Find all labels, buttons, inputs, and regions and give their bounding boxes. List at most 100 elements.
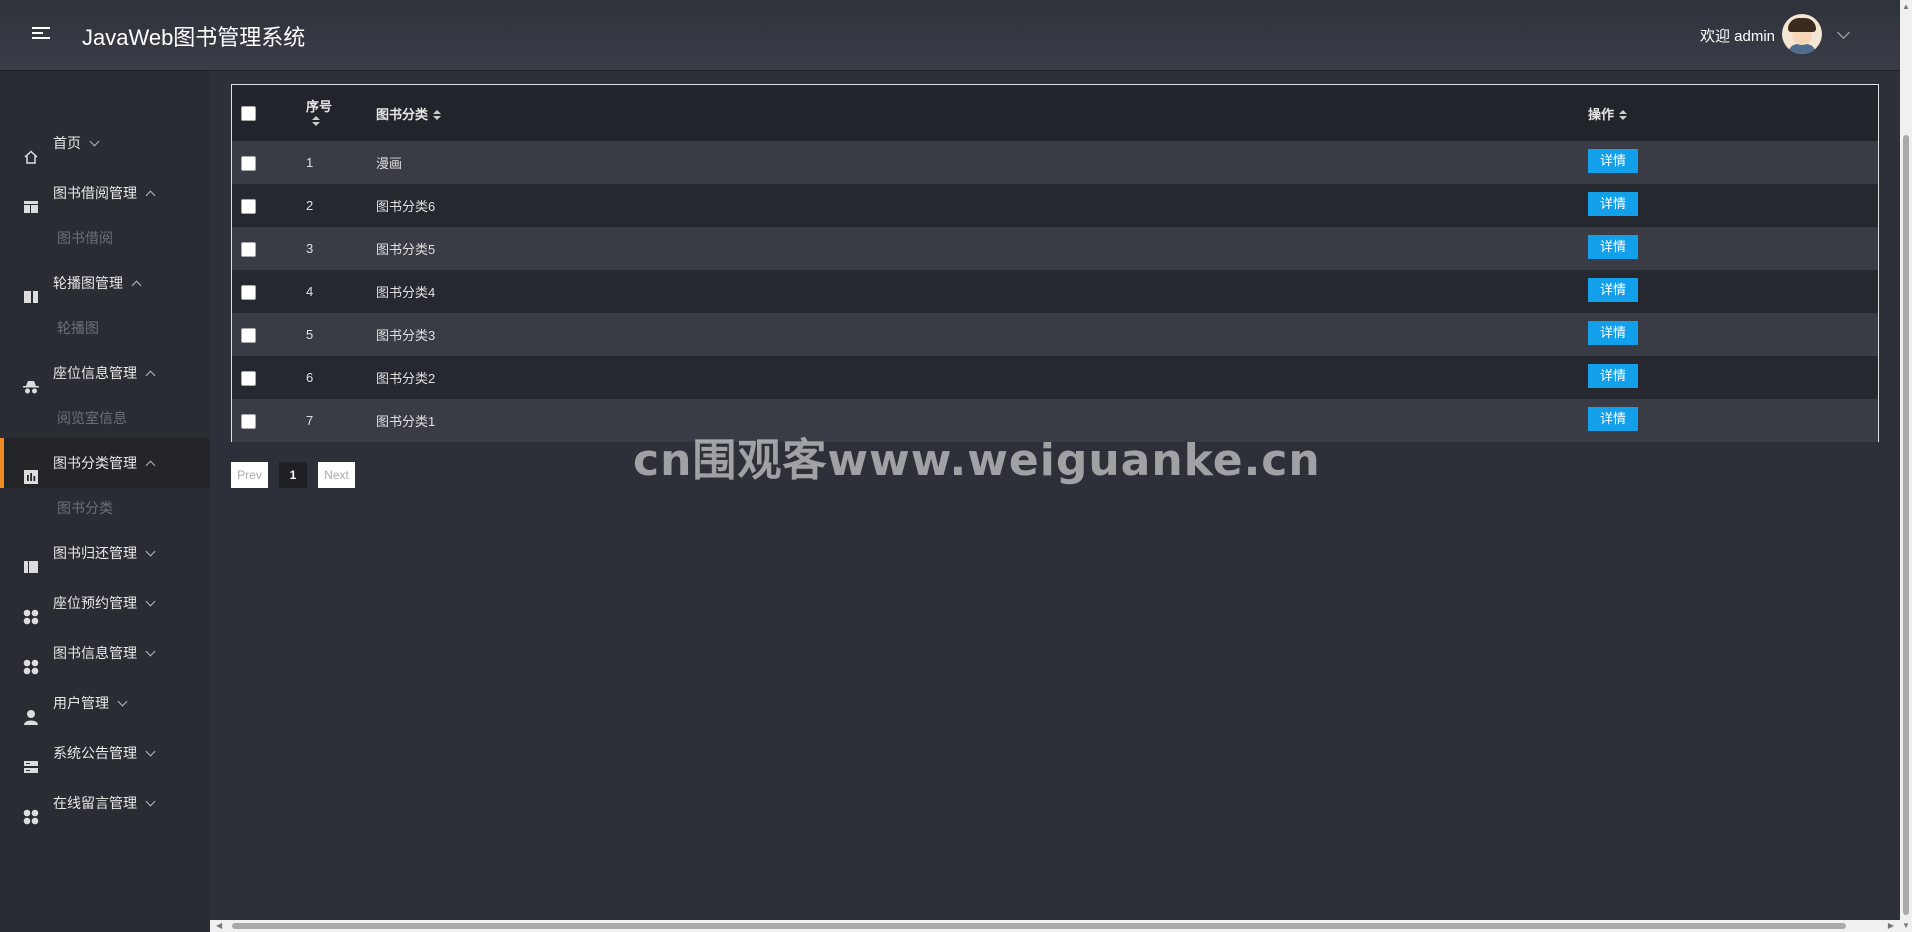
scroll-left-icon[interactable]: ◀ bbox=[216, 921, 222, 930]
sidebar-item-messages[interactable]: 在线留言管理 bbox=[0, 778, 210, 828]
table-row: 5 图书分类3 详情 bbox=[232, 313, 1878, 356]
grid-icon bbox=[23, 645, 39, 675]
detail-button[interactable]: 详情 bbox=[1588, 277, 1638, 302]
chevron-up-icon bbox=[145, 370, 156, 381]
welcome-text[interactable]: 欢迎 admin bbox=[1700, 25, 1775, 46]
column-header-category[interactable]: 图书分类 bbox=[376, 107, 428, 122]
sidebar-item-notice[interactable]: 系统公告管理 bbox=[0, 728, 210, 778]
sidebar-item-home[interactable]: 首页 bbox=[0, 118, 210, 168]
row-no: 2 bbox=[306, 198, 314, 213]
row-checkbox[interactable] bbox=[241, 413, 256, 429]
table-icon bbox=[23, 185, 39, 213]
sidebar-item-carousel[interactable]: 轮播图管理 bbox=[0, 258, 210, 308]
next-page-button[interactable]: Next bbox=[318, 462, 355, 488]
chart-icon bbox=[23, 455, 39, 484]
page-number-button[interactable]: 1 bbox=[279, 462, 307, 488]
scrollbar-thumb[interactable] bbox=[232, 923, 1846, 929]
sidebar-item-label: 在线留言管理 bbox=[53, 795, 137, 811]
column-header-action[interactable]: 操作 bbox=[1588, 107, 1614, 122]
chevron-down-icon bbox=[117, 696, 128, 707]
watermark: cn围观客www.weiguanke.cn bbox=[633, 435, 1321, 486]
row-no: 7 bbox=[306, 413, 314, 428]
row-checkbox[interactable] bbox=[241, 155, 256, 171]
chevron-down-icon bbox=[145, 596, 156, 607]
user-icon bbox=[23, 695, 39, 725]
detail-button[interactable]: 详情 bbox=[1588, 363, 1638, 388]
row-no: 4 bbox=[306, 284, 314, 299]
book-icon bbox=[23, 545, 39, 573]
sidebar-item-label: 座位预约管理 bbox=[53, 595, 137, 611]
table-row: 4 图书分类4 详情 bbox=[232, 270, 1878, 313]
columns-icon bbox=[23, 275, 39, 303]
detail-button[interactable]: 详情 bbox=[1588, 234, 1638, 259]
row-category: 图书分类2 bbox=[376, 371, 436, 386]
sidebar-item-label: 图书归还管理 bbox=[53, 545, 137, 561]
table-row: 2 图书分类6 详情 bbox=[232, 184, 1878, 227]
grid-icon bbox=[23, 595, 39, 625]
column-header-no[interactable]: 序号 bbox=[306, 99, 376, 115]
sidebar-item-label: 轮播图管理 bbox=[53, 275, 123, 291]
sidebar-subitem-carousel[interactable]: 轮播图 bbox=[0, 308, 210, 348]
server-icon bbox=[23, 745, 39, 773]
sidebar-subitem-borrow[interactable]: 图书借阅 bbox=[0, 218, 210, 258]
row-no: 1 bbox=[306, 155, 314, 170]
scrollbar-thumb[interactable] bbox=[1903, 135, 1909, 915]
row-category: 图书分类3 bbox=[376, 328, 436, 343]
sort-icon[interactable] bbox=[312, 116, 320, 126]
row-category: 图书分类6 bbox=[376, 199, 436, 214]
menu-toggle-icon[interactable] bbox=[32, 24, 50, 42]
table-row: 1 漫画 详情 bbox=[232, 141, 1878, 184]
chevron-up-icon bbox=[131, 280, 142, 291]
home-icon bbox=[23, 135, 39, 164]
row-no: 6 bbox=[306, 370, 314, 385]
prev-page-button[interactable]: Prev bbox=[231, 462, 268, 488]
sidebar-item-label: 首页 bbox=[53, 135, 81, 151]
sidebar-item-label: 座位信息管理 bbox=[53, 365, 137, 381]
row-checkbox[interactable] bbox=[241, 370, 256, 386]
row-no: 5 bbox=[306, 327, 314, 342]
sidebar-item-category[interactable]: 图书分类管理 bbox=[0, 438, 210, 488]
sidebar-item-label: 图书分类管理 bbox=[53, 455, 137, 471]
chevron-down-icon bbox=[145, 546, 156, 557]
select-all-checkbox[interactable] bbox=[241, 106, 256, 122]
scroll-down-icon[interactable]: ▼ bbox=[1902, 921, 1910, 930]
category-table: 序号 图书分类 操作 1 漫画 详情 2 图书分类6 详情 3 图书分类5 详情… bbox=[231, 84, 1879, 442]
scroll-up-icon[interactable]: ▲ bbox=[1902, 2, 1910, 11]
sidebar-item-borrow[interactable]: 图书借阅管理 bbox=[0, 168, 210, 218]
detail-button[interactable]: 详情 bbox=[1588, 191, 1638, 216]
chevron-up-icon bbox=[145, 190, 156, 201]
row-checkbox[interactable] bbox=[241, 284, 256, 300]
app-title: JavaWeb图书管理系统 bbox=[82, 25, 306, 50]
detail-button[interactable]: 详情 bbox=[1588, 406, 1638, 431]
sort-icon[interactable] bbox=[1619, 109, 1628, 120]
incognito-icon bbox=[23, 365, 39, 394]
sidebar-item-seat[interactable]: 座位信息管理 bbox=[0, 348, 210, 398]
table-header-row: 序号 图书分类 操作 bbox=[232, 85, 1878, 141]
chevron-up-icon bbox=[145, 460, 156, 471]
sidebar-item-reservation[interactable]: 座位预约管理 bbox=[0, 578, 210, 628]
sidebar-item-label: 图书借阅管理 bbox=[53, 185, 137, 201]
row-checkbox[interactable] bbox=[241, 241, 256, 257]
avatar[interactable] bbox=[1782, 14, 1822, 54]
sidebar-item-users[interactable]: 用户管理 bbox=[0, 678, 210, 728]
chevron-down-icon bbox=[145, 796, 156, 807]
sidebar-subitem-category[interactable]: 图书分类 bbox=[0, 488, 210, 528]
scroll-right-icon[interactable]: ▶ bbox=[1888, 921, 1894, 930]
main-content: 序号 图书分类 操作 1 漫画 详情 2 图书分类6 详情 3 图书分类5 详情… bbox=[210, 71, 1900, 922]
sort-icon[interactable] bbox=[433, 109, 442, 120]
horizontal-scrollbar[interactable]: ◀ ▶ bbox=[210, 920, 1900, 932]
row-category: 图书分类5 bbox=[376, 242, 436, 257]
chevron-down-icon bbox=[145, 646, 156, 657]
chevron-down-icon bbox=[145, 746, 156, 757]
sidebar-item-book-info[interactable]: 图书信息管理 bbox=[0, 628, 210, 678]
row-checkbox[interactable] bbox=[241, 327, 256, 343]
row-checkbox[interactable] bbox=[241, 198, 256, 214]
table-row: 3 图书分类5 详情 bbox=[232, 227, 1878, 270]
sidebar-subitem-reading-room[interactable]: 阅览室信息 bbox=[0, 398, 210, 438]
sidebar-item-return[interactable]: 图书归还管理 bbox=[0, 528, 210, 578]
chevron-down-icon bbox=[89, 136, 100, 147]
detail-button[interactable]: 详情 bbox=[1588, 148, 1638, 173]
vertical-scrollbar[interactable]: ▲ ▼ bbox=[1900, 0, 1912, 932]
detail-button[interactable]: 详情 bbox=[1588, 320, 1638, 345]
chevron-down-icon[interactable] bbox=[1837, 26, 1850, 39]
